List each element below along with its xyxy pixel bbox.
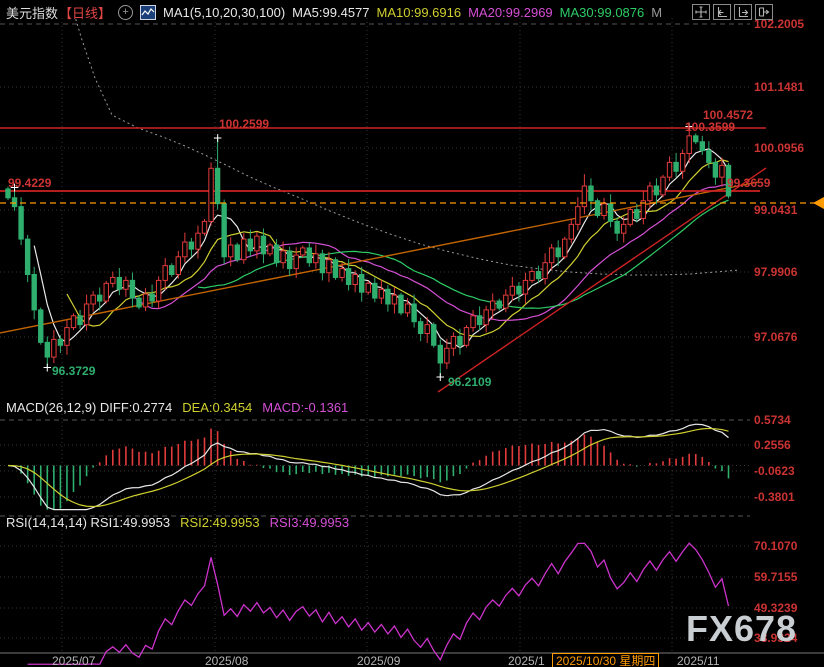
y-axis-tick-label: 99.0431 (754, 203, 797, 217)
macd-dea-value: DEA:0.3454 (182, 400, 252, 416)
x-axis-label: 2025/09 (357, 654, 400, 667)
ma5-value: MA5:99.4577 (292, 5, 369, 20)
y-axis-tick-label: 0.5734 (754, 413, 791, 427)
ma10-value: MA10:99.6916 (377, 5, 462, 20)
chart-toolbar (692, 4, 773, 20)
move-crosshair-icon[interactable] (692, 4, 710, 20)
selected-date-badge: 2025/10/30 星期四 (552, 653, 659, 667)
y-axis-tick-label: 0.2556 (754, 438, 791, 452)
macd-header: MACD(26,12,9) DIFF:0.2774 DEA:0.3454 MAC… (6, 400, 348, 416)
price-annotation: 99.3659 (727, 176, 770, 190)
y-axis-tick-label: -0.0623 (754, 464, 795, 478)
x-axis-label: 2025/1 (508, 654, 545, 667)
macd-bar-value: MACD:-0.1361 (262, 400, 348, 416)
symbol-name: 美元指数 (6, 3, 58, 22)
swing-cross-marker: + (435, 370, 445, 384)
period-shortcut[interactable]: M (651, 5, 662, 20)
chart-canvas[interactable]: +++++ (0, 0, 824, 667)
axis-scale-right-icon[interactable] (734, 4, 752, 20)
y-axis-tick-label: 97.0676 (754, 330, 797, 344)
price-annotation: 96.3729 (52, 364, 95, 378)
y-axis-tick-label: 59.7155 (754, 570, 797, 584)
y-axis-tick-label: 97.9906 (754, 265, 797, 279)
axis-scale-left-icon[interactable] (713, 4, 731, 20)
price-annotation: 100.2599 (219, 117, 269, 131)
ma-settings-label: MA1(5,10,20,30,100) (163, 5, 285, 20)
y-axis-tick-label: 100.0956 (754, 141, 804, 155)
rsi2-value: RSI2:49.9953 (180, 515, 260, 531)
period-label: 【日线】 (59, 3, 111, 22)
price-annotation: 99.4229 (8, 176, 51, 190)
y-axis-tick-label: 101.1481 (754, 80, 804, 94)
x-axis-label: 2025/08 (205, 654, 248, 667)
ma30-value: MA30:99.0876 (560, 5, 645, 20)
rsi-header: RSI(14,14,14) RSI1:49.9953 RSI2:49.9953 … (6, 515, 349, 531)
y-axis-tick-label: 70.1070 (754, 539, 797, 553)
macd-diff-value: MACD(26,12,9) DIFF:0.2774 (6, 400, 172, 416)
chart-app-window: 美元指数【日线】 + MA1(5,10,20,30,100) MA5:99.45… (0, 0, 824, 667)
ma20-value: MA20:99.2969 (468, 5, 553, 20)
y-axis-tick-label: -0.3801 (754, 490, 795, 504)
candlestick-series (6, 127, 731, 378)
rsi3-value: RSI3:49.9953 (270, 515, 350, 531)
pane-shift-icon[interactable] (755, 4, 773, 20)
x-axis-label: 2025/07 (52, 654, 95, 667)
rsi1-value: RSI(14,14,14) RSI1:49.9953 (6, 515, 170, 531)
swing-cross-marker: + (42, 361, 52, 375)
price-annotation: 100.3599 (685, 120, 735, 134)
chart-header: 美元指数【日线】 + MA1(5,10,20,30,100) MA5:99.45… (6, 3, 662, 21)
fx678-watermark: FX678 (686, 608, 797, 650)
expand-circle-plus-icon[interactable]: + (118, 5, 133, 20)
x-axis-label: 2025/11 (677, 654, 720, 667)
price-annotation: 96.2109 (448, 375, 491, 389)
swing-cross-marker: + (213, 131, 223, 145)
candlestick-chart-icon[interactable] (140, 5, 156, 20)
rsi-pane (28, 543, 729, 664)
